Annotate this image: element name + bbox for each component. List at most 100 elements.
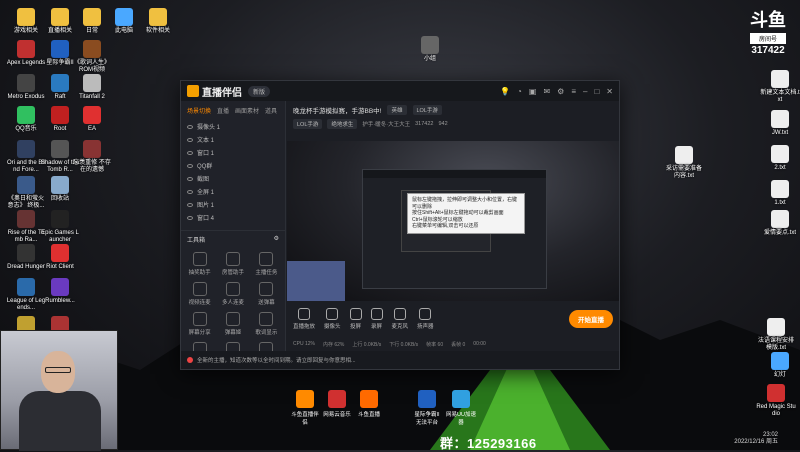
file-icon bbox=[771, 70, 789, 88]
scene-item[interactable]: 全屏 1 bbox=[181, 185, 285, 198]
tool-button[interactable]: 房管助手 bbox=[216, 252, 249, 276]
desktop-icon[interactable]: Red Magic Studio bbox=[756, 384, 796, 418]
tab[interactable]: 画面素材 bbox=[235, 106, 259, 115]
skin-icon[interactable]: ◔ bbox=[517, 87, 522, 96]
camera-preview[interactable] bbox=[287, 261, 345, 301]
desktop-icon[interactable]: 2.txt bbox=[760, 145, 800, 172]
taskbar-app[interactable]: 星际争霸II 无法平台 bbox=[412, 390, 442, 426]
eye-icon[interactable] bbox=[187, 189, 193, 194]
preview-canvas[interactable]: 鼠标左键拖拽，拉伸即可调整大小和位置，右键可以删除 按住Shift+Alt+鼠标左… bbox=[287, 141, 619, 301]
tool-label: 屏幕分享 bbox=[188, 330, 211, 336]
bottom-tool-button[interactable]: 投屏 bbox=[349, 308, 362, 330]
tab[interactable]: 场景切换 bbox=[187, 106, 211, 115]
version-badge[interactable]: 新版 bbox=[248, 85, 271, 97]
category-pill[interactable]: 英雄 bbox=[387, 105, 407, 115]
scene-item[interactable]: 截图 bbox=[181, 172, 285, 185]
start-live-button[interactable]: 开始直播 bbox=[569, 310, 613, 328]
eye-icon[interactable] bbox=[187, 124, 193, 129]
scene-list: 摄像头 1 文本 1 窗口 1 QQ群 截图 全屏 1 图片 1 窗口 4 bbox=[181, 120, 285, 224]
tool-button[interactable]: 弹幕姬 bbox=[216, 312, 249, 336]
stream-info-item[interactable]: 942 bbox=[438, 121, 447, 127]
scene-item[interactable]: 摄像头 1 bbox=[181, 120, 285, 133]
tool-button[interactable]: 送弹幕 bbox=[250, 282, 283, 306]
stream-info-item[interactable]: 护手·暖冬·大王大王 bbox=[362, 120, 410, 128]
system-clock[interactable]: 23:02 2022/12/16 周五 bbox=[734, 432, 778, 446]
tool-button[interactable]: 歌词显示 bbox=[250, 312, 283, 336]
tooltip-line: 按住Shift+Alt+鼠标左键拖动可以裁剪画面 bbox=[412, 210, 504, 216]
tool-button[interactable]: 抽奖助手 bbox=[183, 252, 216, 276]
taskbar-app[interactable]: 网易云音乐 bbox=[322, 390, 352, 418]
scene-item[interactable]: 窗口 4 bbox=[181, 211, 285, 224]
close-icon[interactable]: ✕ bbox=[606, 87, 613, 96]
gift-icon[interactable]: ▣ bbox=[529, 87, 537, 96]
eye-icon[interactable] bbox=[187, 215, 193, 220]
scene-item[interactable]: 窗口 1 bbox=[181, 146, 285, 159]
desktop-icon[interactable]: 幻灯 bbox=[760, 352, 800, 379]
message-icon[interactable]: ✉ bbox=[543, 87, 550, 96]
game-pill[interactable]: LOL手游 bbox=[412, 105, 442, 115]
stream-info-item[interactable]: 317422 bbox=[415, 121, 433, 127]
desktop-icon[interactable]: 法语课程安排模版.txt bbox=[756, 318, 796, 352]
tab[interactable]: 道具 bbox=[265, 106, 277, 115]
bottom-tool-icon bbox=[326, 308, 339, 320]
desktop-icon[interactable]: EA bbox=[72, 106, 112, 133]
minimize-icon[interactable]: – bbox=[583, 87, 587, 96]
stream-info-item[interactable]: 绝地求生 bbox=[327, 119, 358, 129]
desktop-icon-label: 法语课程安排模版.txt bbox=[757, 338, 794, 351]
bottom-tool-button[interactable]: 摄像头 bbox=[324, 308, 341, 330]
desktop-icon[interactable]: 忘羡重修 不存在的遗憾 bbox=[72, 140, 112, 174]
tool-button[interactable]: 多人连麦 bbox=[216, 282, 249, 306]
eye-icon[interactable] bbox=[187, 202, 193, 207]
bottom-tool-button[interactable]: 直播拖放 bbox=[293, 308, 315, 330]
desktop-icon[interactable]: 采访需要准备内容.txt bbox=[664, 146, 704, 180]
app-icon bbox=[115, 8, 133, 26]
desktop-icon[interactable]: Titanfall 2 bbox=[72, 74, 112, 101]
app-icon bbox=[328, 390, 346, 408]
scene-item[interactable]: 文本 1 bbox=[181, 133, 285, 146]
taskbar-app[interactable]: 网易UU加速器 bbox=[446, 390, 476, 426]
taskbar-app[interactable]: 斗鱼直播 bbox=[354, 390, 384, 418]
maximize-icon[interactable]: □ bbox=[594, 87, 599, 96]
scene-item[interactable]: 图片 1 bbox=[181, 198, 285, 211]
bulb-icon[interactable]: 💡 bbox=[500, 87, 510, 96]
panel-tabs: 场景切换 直播 画面素材 道具 bbox=[181, 101, 285, 120]
desktop-icon[interactable]: Epic Games Launcher bbox=[40, 210, 80, 244]
stream-info-item[interactable]: LOL手游 bbox=[293, 119, 323, 129]
status-item: 下行 0.0KB/s bbox=[389, 341, 419, 348]
bottom-tool-icon bbox=[370, 308, 383, 320]
bottom-tool-label: 录屏 bbox=[371, 324, 383, 330]
taskbar-app[interactable]: 斗鱼直播伴侣 bbox=[290, 390, 320, 426]
toolbox-settings-icon[interactable]: ⚙ bbox=[274, 235, 279, 244]
scene-label: 图片 1 bbox=[197, 203, 215, 209]
desktop-icon[interactable]: 1.txt bbox=[760, 180, 800, 207]
bottom-tool-button[interactable]: 录屏 bbox=[370, 308, 383, 330]
scene-item[interactable]: QQ群 bbox=[181, 159, 285, 172]
desktop-icon[interactable]: 爱情要点.txt bbox=[760, 210, 800, 237]
desktop-icon[interactable]: 软件相关 bbox=[138, 8, 178, 35]
settings-icon[interactable]: ⚙ bbox=[557, 87, 564, 96]
eye-icon[interactable] bbox=[187, 176, 193, 181]
folder-icon bbox=[421, 36, 439, 54]
tool-icon bbox=[192, 252, 207, 266]
tool-button[interactable]: 视频连麦 bbox=[183, 282, 216, 306]
desktop-icon[interactable]: Rumblew... bbox=[40, 278, 80, 305]
desktop-icon[interactable]: 新建文本文档.txt bbox=[760, 70, 800, 104]
tool-button[interactable]: 主播任务 bbox=[250, 252, 283, 276]
desktop-icon[interactable]: 《歌词人生》ROM视频 bbox=[72, 40, 112, 74]
eye-icon[interactable] bbox=[187, 150, 193, 155]
tool-label: 抽奖助手 bbox=[188, 270, 211, 276]
eye-icon[interactable] bbox=[187, 137, 193, 142]
tab[interactable]: 直播 bbox=[217, 106, 229, 115]
bottom-tool-button[interactable]: 扬声器 bbox=[417, 308, 434, 330]
eye-icon[interactable] bbox=[187, 163, 193, 168]
desktop-icon[interactable]: Riot Client bbox=[40, 244, 80, 271]
desktop-icon[interactable]: 回收站 bbox=[40, 176, 80, 203]
stream-title[interactable]: 晚龙杯手游模拟赛，手游BB中! bbox=[293, 105, 381, 115]
desktop-icon-group[interactable]: 小组 bbox=[410, 36, 450, 63]
status-item: 丢帧 0 bbox=[451, 341, 466, 348]
desktop-icon[interactable]: JW.txt bbox=[760, 110, 800, 137]
tool-button[interactable]: 屏幕分享 bbox=[183, 312, 216, 336]
menu-icon[interactable]: ≡ bbox=[571, 87, 576, 96]
desktop-icon-label: 幻灯 bbox=[773, 372, 786, 378]
bottom-tool-button[interactable]: 麦克风 bbox=[392, 308, 408, 330]
